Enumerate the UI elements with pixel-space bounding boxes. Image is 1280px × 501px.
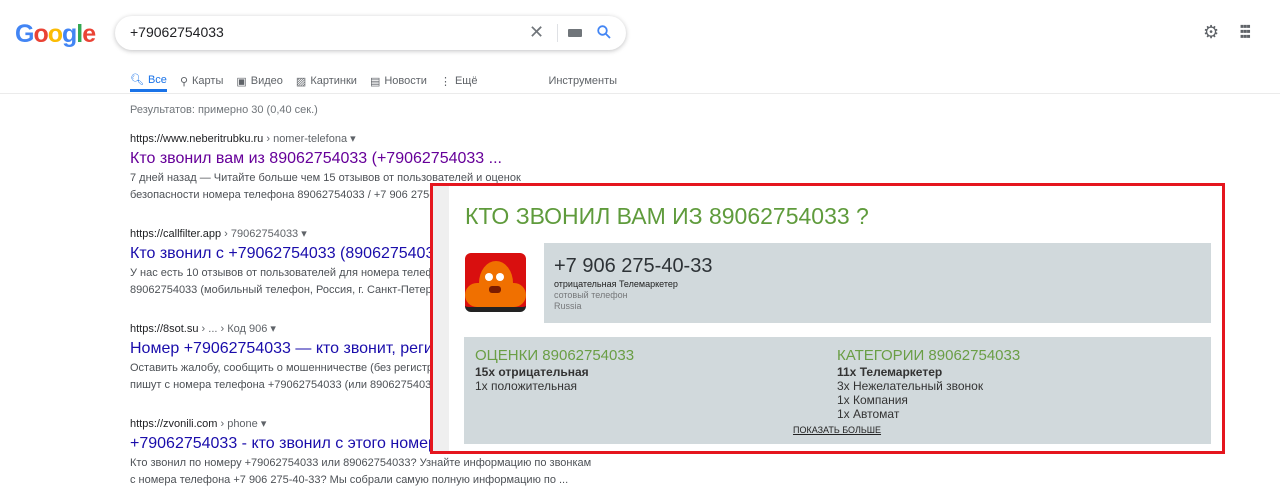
video-icon: ▣ <box>236 75 247 88</box>
result-url[interactable]: https://www.neberitrubku.ru › nomer-tele… <box>130 132 610 145</box>
clear-icon[interactable]: ✕ <box>529 22 544 43</box>
result-stats: Результатов: примерно 30 (0,40 сек.) <box>130 104 318 116</box>
categories-title: КАТЕГОРИИ 89062754033 <box>837 349 1021 364</box>
tab-images[interactable]: ▨ Картинки <box>296 70 357 92</box>
tab-label: Картинки <box>310 75 357 87</box>
ratings-title: ОЦЕНКИ 89062754033 <box>475 347 635 364</box>
rating-item: 1x положительная <box>475 379 578 393</box>
tab-label: Карты <box>192 75 224 87</box>
search-input[interactable] <box>130 24 510 40</box>
category-item: 11x Телемаркетер <box>837 365 943 379</box>
rating-item: 15x отрицательная <box>475 365 589 379</box>
url-path: › phone <box>217 418 258 430</box>
ratings-column: ОЦЕНКИ 89062754033 15x отрицательная 1x … <box>475 347 635 393</box>
tab-all[interactable]: 🔍︎ Все <box>130 70 167 92</box>
tab-label: Видео <box>250 75 283 87</box>
image-icon: ▨ <box>295 75 307 88</box>
keyboard-icon[interactable] <box>568 29 582 37</box>
caller-info-overlay: КТО ЗВОНИЛ ВАМ ИЗ 89062754033 ? +7 906 2… <box>430 183 1225 454</box>
phone-number: +7 906 275-40-33 <box>554 255 713 277</box>
tools-label: Инструменты <box>548 75 618 87</box>
url-site: https://zvonili.com <box>130 418 218 430</box>
stats-card: ОЦЕНКИ 89062754033 15x отрицательная 1x … <box>464 337 1211 444</box>
tab-news[interactable]: ▤ Новости <box>370 70 427 92</box>
tab-label: Все <box>147 73 167 86</box>
rating-summary: отрицательная Телемаркетер <box>554 279 678 289</box>
search-icon[interactable] <box>597 25 611 39</box>
category-item: 1x Компания <box>837 393 908 407</box>
news-icon: ▤ <box>369 75 381 88</box>
search-icon: 🔍︎ <box>130 74 144 86</box>
map-pin-icon: ⚲ <box>179 75 188 88</box>
more-vert-icon: ⋮ <box>439 75 451 88</box>
divider <box>0 93 1280 94</box>
search-tabs: 🔍︎ Все ⚲ Карты ▣ Видео ▨ Картинки ▤ Новости ⋮… <box>130 70 630 92</box>
gear-icon[interactable]: ⚙ <box>1203 22 1219 43</box>
url-path: › ... › Код 906 <box>198 323 268 335</box>
tab-more[interactable]: ⋮ Ещё <box>440 70 478 92</box>
overlay-strip <box>433 186 449 451</box>
overlay-title: КТО ЗВОНИЛ ВАМ ИЗ 89062754033 ? <box>465 203 869 229</box>
result-snippet: Кто звонил по номеру +79062754033 или 89… <box>130 457 592 469</box>
url-site: https://8sot.su <box>130 323 199 335</box>
google-logo[interactable]: Google <box>15 20 96 49</box>
category-item: 3x Нежелательный звонок <box>837 379 984 393</box>
tab-label: Новости <box>384 75 427 87</box>
tab-video[interactable]: ▣ Видео <box>236 70 283 92</box>
phone-card: +7 906 275-40-33 отрицательная Телемарке… <box>544 243 1211 323</box>
url-path: › 79062754033 <box>221 228 299 240</box>
tab-maps[interactable]: ⚲ Карты <box>180 70 223 92</box>
categories-column: КАТЕГОРИИ 89062754033 11x Телемаркетер 3… <box>837 349 1020 419</box>
angry-caller-icon <box>465 253 526 312</box>
url-site: https://callfilter.app <box>130 228 222 240</box>
url-path: › nomer-telefona <box>263 133 348 145</box>
result-title[interactable]: Кто звонил вам из 89062754033 (+79062754… <box>130 150 610 168</box>
tab-label: Ещё <box>454 75 478 87</box>
url-site: https://www.neberitrubku.ru <box>130 133 264 145</box>
phone-country: Russia <box>554 301 582 311</box>
search-box: ✕ <box>115 16 626 50</box>
show-more-link[interactable]: ПОКАЗАТЬ БОЛЬШЕ <box>793 425 881 435</box>
category-item: 1x Автомат <box>837 407 900 419</box>
tools-button[interactable]: Инструменты <box>548 70 617 92</box>
divider <box>557 24 558 42</box>
phone-type: сотовый телефон <box>554 290 628 300</box>
apps-grid-icon[interactable]: ▪▪▪ ▪▪▪ ▪▪▪ <box>1240 20 1251 42</box>
result-snippet: с номера телефона +7 906 275-40-33? Мы с… <box>130 474 569 486</box>
